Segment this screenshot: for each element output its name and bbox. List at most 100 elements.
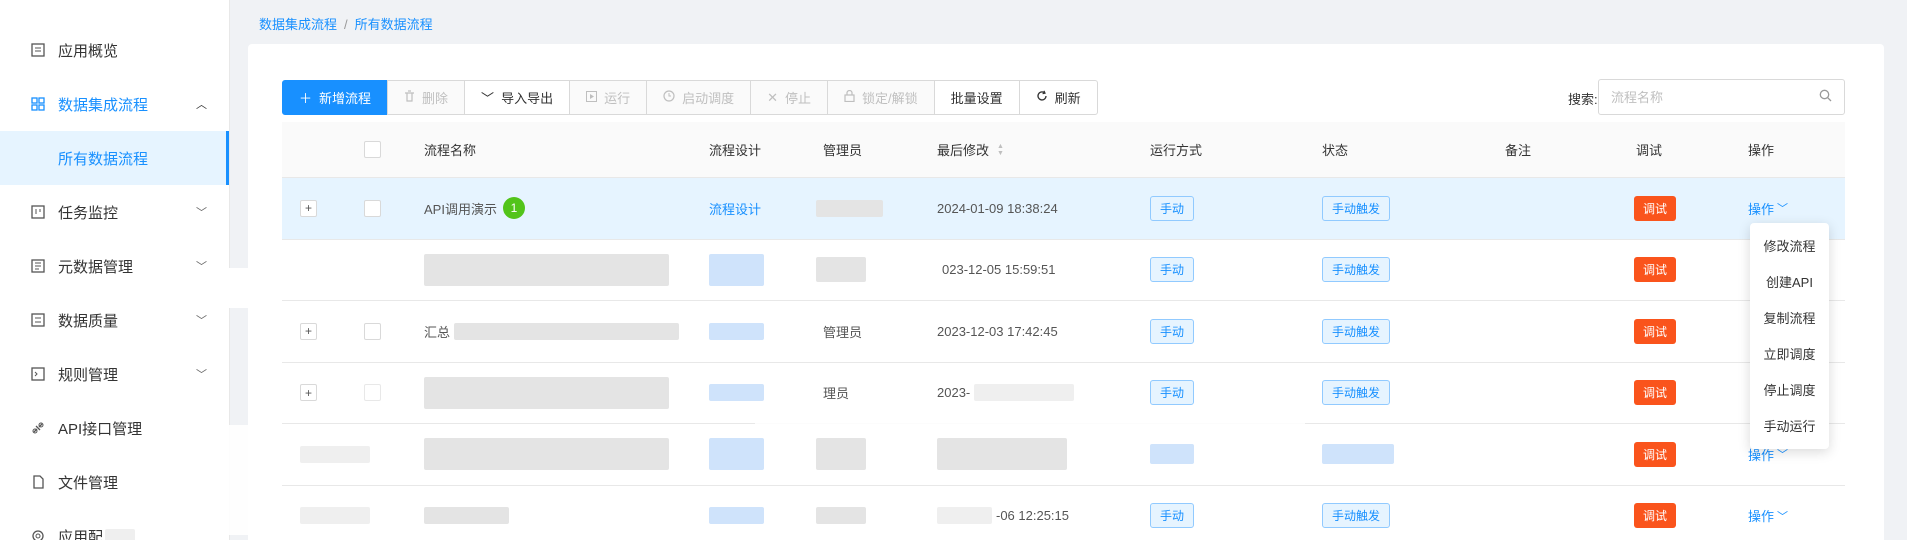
api-icon (30, 420, 46, 436)
stop-button[interactable]: ✕ 停止 (750, 80, 829, 115)
debug-button[interactable]: 调试 (1634, 318, 1677, 344)
header-modified-label: 最后修改 (937, 143, 990, 158)
header-status: 状态 (1322, 143, 1349, 158)
chevron-down-icon: ﹀ (196, 315, 207, 327)
delete-button[interactable]: 删除 (387, 80, 466, 115)
expand-icon[interactable]: + (300, 322, 317, 340)
close-icon: ✕ (767, 89, 779, 105)
sidebar-item-app-config[interactable]: 应用配 (0, 509, 229, 540)
sidebar-item-app-overview[interactable]: 应用概览 (0, 23, 229, 77)
header-modified[interactable]: 最后修改 ▲ ▼ (937, 122, 1004, 177)
breadcrumb: 数据集成流程 / 所有数据流程 (259, 14, 433, 33)
modified-time: 2023- (937, 385, 971, 401)
redacted-design (709, 384, 764, 402)
debug-button[interactable]: 调试 (1634, 503, 1677, 529)
sidebar-item-api[interactable]: API接口管理 (0, 401, 229, 455)
row-checkbox[interactable] (364, 384, 381, 402)
run-label: 运行 (604, 91, 631, 106)
table-row[interactable]: + 理员 2023- 手动 手动触发 调试 (282, 363, 1845, 424)
sidebar-item-rules[interactable]: 规则管理 ﹀ (0, 347, 229, 401)
expand-icon[interactable]: + (300, 199, 317, 217)
redacted-admin (816, 507, 866, 525)
start-schedule-button[interactable]: 启动调度 (646, 80, 752, 115)
admin-name: 理员 (823, 386, 850, 402)
menu-item-schedule-now[interactable]: 立即调度 (1750, 335, 1829, 371)
status-tag: 手动触发 (1322, 257, 1391, 283)
header-debug: 调试 (1636, 143, 1663, 158)
chevron-down-icon: ﹀ (196, 369, 207, 381)
search-icon[interactable] (1819, 89, 1832, 105)
import-export-label: 导入导出 (501, 91, 554, 106)
debug-button[interactable]: 调试 (1634, 441, 1677, 467)
expand-icon[interactable]: + (300, 384, 317, 402)
flow-design-link[interactable]: 流程设计 (709, 178, 761, 239)
redacted-block (300, 445, 370, 463)
redacted-block (300, 507, 370, 525)
admin-name: 管理员 (823, 324, 863, 340)
header-action: 操作 (1748, 143, 1775, 158)
sidebar-item-label: API接口管理 (58, 420, 143, 438)
status-tag: 手动触发 (1322, 503, 1391, 529)
menu-item-stop-schedule[interactable]: 停止调度 (1750, 371, 1829, 407)
flow-table: 流程名称 流程设计 管理员 最后修改 ▲ ▼ 运行方式 状态 备注 调试 操作 +… (282, 122, 1845, 540)
debug-button[interactable]: 调试 (1634, 195, 1677, 221)
sort-icon[interactable]: ▲ ▼ (997, 143, 1004, 157)
plus-icon: ＋ (299, 91, 313, 106)
scrollbar[interactable] (1899, 0, 1907, 540)
sidebar-item-label: 任务监控 (58, 204, 119, 222)
sidebar-item-task-monitor[interactable]: 任务监控 ﹀ (0, 185, 229, 239)
refresh-icon (1036, 90, 1048, 105)
row-checkbox[interactable] (364, 322, 381, 340)
redaction-mask (755, 420, 1305, 438)
run-mode-tag: 手动 (1150, 257, 1195, 283)
sidebar-item-metadata[interactable]: 元数据管理 ﹀ (0, 239, 229, 293)
redacted-design (709, 438, 764, 471)
redaction-mask (222, 425, 252, 535)
table-row[interactable]: + API调用演示 1 流程设计 2024-01-09 18:38:24 手动 … (282, 178, 1845, 240)
table-row[interactable]: 023-12-05 15:59:51 手动 手动触发 调试 (282, 240, 1845, 301)
add-flow-button[interactable]: ＋ 新增流程 (282, 80, 389, 115)
batch-settings-button[interactable]: 批量设置 (933, 80, 1020, 115)
lock-unlock-label: 锁定/解锁 (862, 91, 918, 106)
debug-button[interactable]: 调试 (1634, 380, 1677, 406)
redacted-name (424, 438, 669, 471)
lock-unlock-button[interactable]: 锁定/解锁 (827, 80, 935, 115)
sidebar-item-label: 元数据管理 (58, 258, 134, 276)
status-tag: 手动触发 (1322, 195, 1391, 221)
redacted-run-mode (1150, 444, 1194, 465)
menu-item-manual-run[interactable]: 手动运行 (1750, 407, 1829, 443)
menu-item-create-api[interactable]: 创建API (1750, 263, 1829, 299)
sidebar-item-label: 应用配 (58, 528, 104, 540)
table-header: 流程名称 流程设计 管理员 最后修改 ▲ ▼ 运行方式 状态 备注 调试 操作 (282, 122, 1845, 178)
action-dropdown-menu: 修改流程 创建API 复制流程 立即调度 停止调度 手动运行 (1750, 223, 1829, 449)
delete-label: 删除 (422, 91, 449, 106)
sidebar-item-label: 应用概览 (58, 42, 119, 60)
search-input[interactable] (1611, 89, 1811, 105)
run-button[interactable]: 运行 (569, 80, 648, 115)
sidebar-item-data-integration[interactable]: 数据集成流程 ︿ (0, 77, 229, 131)
menu-item-copy-flow[interactable]: 复制流程 (1750, 299, 1829, 335)
action-label: 操作 (1748, 509, 1775, 525)
sidebar-item-files[interactable]: 文件管理 (0, 455, 229, 509)
menu-item-edit-flow[interactable]: 修改流程 (1750, 227, 1829, 263)
row-checkbox[interactable] (364, 199, 381, 217)
select-all-checkbox[interactable] (364, 141, 381, 158)
breadcrumb-current[interactable]: 所有数据流程 (355, 17, 433, 32)
stop-label: 停止 (785, 91, 812, 106)
table-row[interactable]: -06 12:25:15 手动 手动触发 调试 操作 ﹀ (282, 486, 1845, 540)
sidebar-item-data-quality[interactable]: 数据质量 ﹀ (0, 293, 229, 347)
debug-button[interactable]: 调试 (1634, 257, 1677, 283)
redacted-admin (816, 438, 866, 471)
lock-icon (844, 89, 855, 105)
import-export-button[interactable]: ﹀ 导入导出 (464, 80, 571, 115)
flow-name-cell: API调用演示 1 (424, 178, 525, 239)
breadcrumb-parent[interactable]: 数据集成流程 (259, 17, 337, 32)
grid-icon (30, 96, 46, 112)
run-mode-tag: 手动 (1150, 195, 1195, 221)
redacted-time (974, 384, 1075, 402)
refresh-button[interactable]: 刷新 (1018, 80, 1098, 115)
sidebar-subitem-all-flows[interactable]: 所有数据流程 (0, 131, 229, 185)
rule-icon (30, 366, 46, 382)
table-row[interactable]: + 汇总 管理员 2023-12-03 17:42:45 手动 手动触发 调试 (282, 301, 1845, 363)
action-dropdown[interactable]: 操作 ﹀ (1748, 486, 1788, 540)
